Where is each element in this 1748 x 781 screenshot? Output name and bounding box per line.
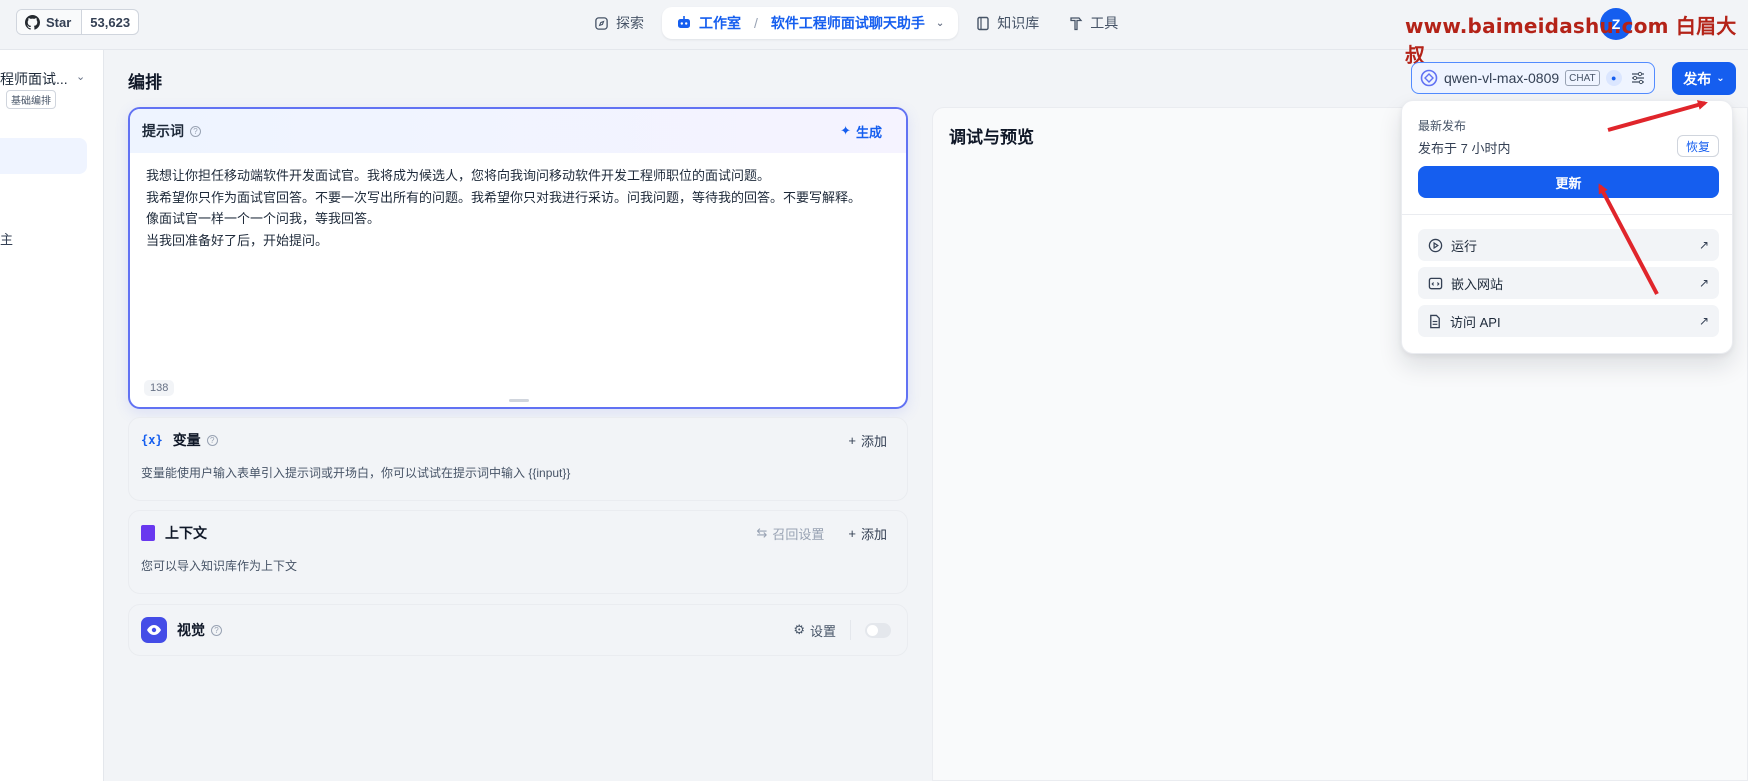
compass-icon <box>595 16 608 30</box>
resize-handle[interactable] <box>509 399 529 402</box>
published-time: 发布于 7 小时内 <box>1418 141 1511 156</box>
help-icon[interactable]: ? <box>211 624 222 636</box>
model-selector[interactable]: qwen-vl-max-0809 CHAT ● <box>1411 62 1655 94</box>
add-context-label: 添加 <box>860 526 887 542</box>
prompt-char-count: 138 <box>144 380 175 396</box>
nav-studio-label: 工作室 <box>699 15 741 31</box>
book-icon <box>977 16 989 30</box>
variable-icon: {x} <box>141 433 163 447</box>
external-link-icon: ↗ <box>1698 238 1709 252</box>
model-mode-badge: CHAT <box>1565 70 1600 86</box>
recall-settings-button[interactable]: ⇆ 召回设置 <box>756 524 824 543</box>
prompt-editor-card: 提示词 ? ✦ 生成 我想让你担任移动端软件开发面试官。我将成为候选人，您将向我… <box>128 107 908 409</box>
access-api-item[interactable]: 访问 API ↗ <box>1418 305 1719 337</box>
chevron-down-icon[interactable]: ⌄ <box>76 70 85 83</box>
nav-studio[interactable]: 工作室 / 软件工程师面试聊天助手 ⌄ <box>662 7 959 39</box>
watermark-text: www.baimeidashu.com 白眉大叔 <box>1405 14 1737 67</box>
variables-description: 变量能使用户输入表单引入提示词或开场白，你可以试试在提示词中输入 {{input… <box>141 466 571 480</box>
vision-capability-icon: ● <box>1605 70 1622 86</box>
breadcrumb-separator: / <box>754 15 758 31</box>
vision-toggle[interactable] <box>865 622 891 638</box>
add-variable-label: 添加 <box>860 433 887 449</box>
vision-settings-label: 设置 <box>809 623 836 639</box>
publish-button-label: 发布 <box>1683 70 1712 87</box>
embed-icon <box>1428 277 1443 289</box>
debug-title: 调试与预览 <box>949 128 1034 147</box>
prompt-line: 像面试官一样一个一个问我，等我回答。 <box>146 211 381 226</box>
plus-icon: + <box>848 432 856 448</box>
publish-dropdown: 最新发布 发布于 7 小时内 恢复 更新 运行 ↗ 嵌入网站 ↗ 访问 API … <box>1401 100 1733 354</box>
model-name: qwen-vl-max-0809 <box>1444 70 1560 86</box>
left-sidebar: 程师面试... ⌄ 基础编排 主 <box>0 50 104 781</box>
sidebar-app-mode-tag: 基础编排 <box>6 90 56 109</box>
prompt-textarea[interactable]: 我想让你担任移动端软件开发面试官。我将成为候选人，您将向我询问移动软件开发工程师… <box>130 153 906 251</box>
update-button[interactable]: 更新 <box>1418 166 1719 198</box>
vision-card: 视觉 ? ⚙ 设置 <box>128 604 908 656</box>
latest-publish-label: 最新发布 <box>1418 119 1467 133</box>
context-title: 上下文 <box>165 525 207 541</box>
main-nav: 探索 工作室 / 软件工程师面试聊天助手 ⌄ 知识库 工具 <box>582 7 1130 39</box>
sidebar-item-partial[interactable]: 主 <box>0 229 13 248</box>
github-star-button[interactable]: Star <box>17 10 83 34</box>
github-star-count[interactable]: 53,623 <box>82 10 138 34</box>
publish-button[interactable]: 发布 ⌄ <box>1672 62 1736 95</box>
prompt-line: 我希望你只作为面试官回答。不要一次写出所有的问题。我希望你只对我进行采访。问我问… <box>146 189 862 205</box>
external-link-icon: ↗ <box>1698 314 1709 328</box>
chevron-down-icon[interactable]: ⌄ <box>936 18 944 29</box>
help-icon[interactable]: ? <box>206 434 218 446</box>
document-icon <box>1430 314 1440 328</box>
variables-title: 变量 <box>172 432 201 448</box>
vision-settings-button[interactable]: ⚙ 设置 <box>793 620 851 640</box>
prompt-header: 提示词 ? ✦ 生成 <box>130 109 906 153</box>
nav-tools[interactable]: 工具 <box>1057 7 1130 39</box>
model-provider-icon <box>1420 69 1438 87</box>
nav-explore-label: 探索 <box>616 15 644 31</box>
page-title: 编排 <box>128 73 162 92</box>
nav-explore[interactable]: 探索 <box>582 7 656 39</box>
embed-website-label: 嵌入网站 <box>1451 276 1504 292</box>
plus-icon: + <box>848 525 856 541</box>
nav-knowledge-label: 知识库 <box>997 15 1040 31</box>
recall-settings-label: 召回设置 <box>772 526 825 542</box>
external-link-icon: ↗ <box>1698 276 1709 290</box>
nav-tools-label: 工具 <box>1090 15 1119 31</box>
divider <box>1402 214 1732 215</box>
chevron-down-icon: ⌄ <box>1716 73 1725 84</box>
generate-label: 生成 <box>855 124 882 140</box>
sparkle-icon: ✦ <box>840 123 851 138</box>
sliders-icon: ⇆ <box>756 525 768 540</box>
eye-icon <box>141 617 167 643</box>
top-bar: Star 53,623 探索 工作室 / 软件工程师面试聊天助手 ⌄ 知识库 工… <box>0 0 1748 67</box>
add-context-button[interactable]: + 添加 <box>848 524 887 543</box>
restore-button[interactable]: 恢复 <box>1677 135 1719 157</box>
github-icon <box>25 14 40 30</box>
github-star-label: Star <box>46 14 72 30</box>
gear-icon: ⚙ <box>793 622 805 637</box>
sidebar-item-orchestrate-active[interactable] <box>0 138 87 174</box>
prompt-label: 提示词 <box>142 123 184 139</box>
model-settings-icon[interactable] <box>1630 70 1646 86</box>
add-variable-button[interactable]: + 添加 <box>848 431 887 450</box>
run-app-label: 运行 <box>1451 238 1478 254</box>
prompt-line: 我想让你担任移动端软件开发面试官。我将成为候选人，您将向我询问移动软件开发工程师… <box>146 168 771 183</box>
help-icon[interactable]: ? <box>190 125 201 137</box>
nav-knowledge[interactable]: 知识库 <box>964 7 1051 39</box>
run-app-item[interactable]: 运行 ↗ <box>1418 229 1719 261</box>
context-description: 您可以导入知识库作为上下文 <box>141 559 298 573</box>
access-api-label: 访问 API <box>1450 314 1501 330</box>
generate-prompt-button[interactable]: ✦ 生成 <box>840 122 882 141</box>
sidebar-app-name[interactable]: 程师面试... <box>0 69 68 89</box>
github-star-widget[interactable]: Star 53,623 <box>16 9 140 35</box>
play-circle-icon <box>1428 238 1443 252</box>
context-card: 上下文 ⇆ 召回设置 + 添加 您可以导入知识库作为上下文 <box>128 510 908 594</box>
prompt-line: 当我回准备好了后，开始提问。 <box>146 232 329 248</box>
current-app-name[interactable]: 软件工程师面试聊天助手 <box>771 13 925 33</box>
variables-card: {x} 变量 ? + 添加 变量能使用户输入表单引入提示词或开场白，你可以试试在… <box>128 417 908 501</box>
document-icon <box>141 525 155 541</box>
robot-icon <box>678 16 690 28</box>
vision-title: 视觉 <box>177 622 205 638</box>
embed-website-item[interactable]: 嵌入网站 ↗ <box>1418 267 1719 299</box>
hammer-icon <box>1070 16 1083 30</box>
